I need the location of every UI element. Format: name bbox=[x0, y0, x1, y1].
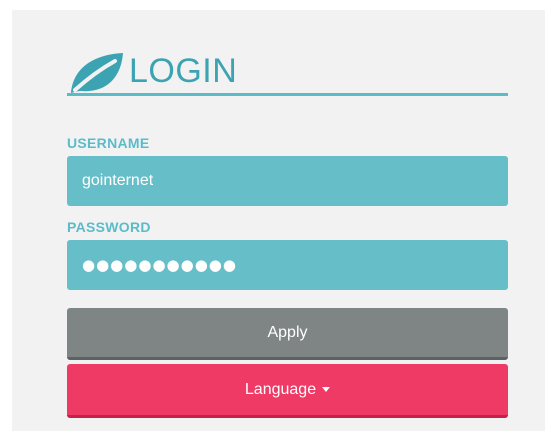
password-label: PASSWORD bbox=[67, 219, 151, 235]
language-dropdown-button[interactable]: Language bbox=[67, 364, 508, 418]
login-header: LOGIN bbox=[67, 45, 508, 95]
apply-button-label: Apply bbox=[267, 323, 308, 341]
caret-down-icon bbox=[322, 387, 331, 392]
username-value: gointernet bbox=[82, 172, 154, 189]
username-field[interactable]: gointernet bbox=[67, 156, 508, 206]
username-label: USERNAME bbox=[67, 135, 150, 151]
language-button-label: Language bbox=[244, 380, 317, 398]
apply-button[interactable]: Apply bbox=[67, 308, 508, 360]
leaf-icon bbox=[71, 53, 123, 93]
password-value: ●●●●●●●●●●● bbox=[82, 256, 237, 274]
title-divider bbox=[67, 93, 508, 96]
password-field[interactable]: ●●●●●●●●●●● bbox=[67, 240, 508, 290]
page-title: LOGIN bbox=[129, 52, 238, 90]
